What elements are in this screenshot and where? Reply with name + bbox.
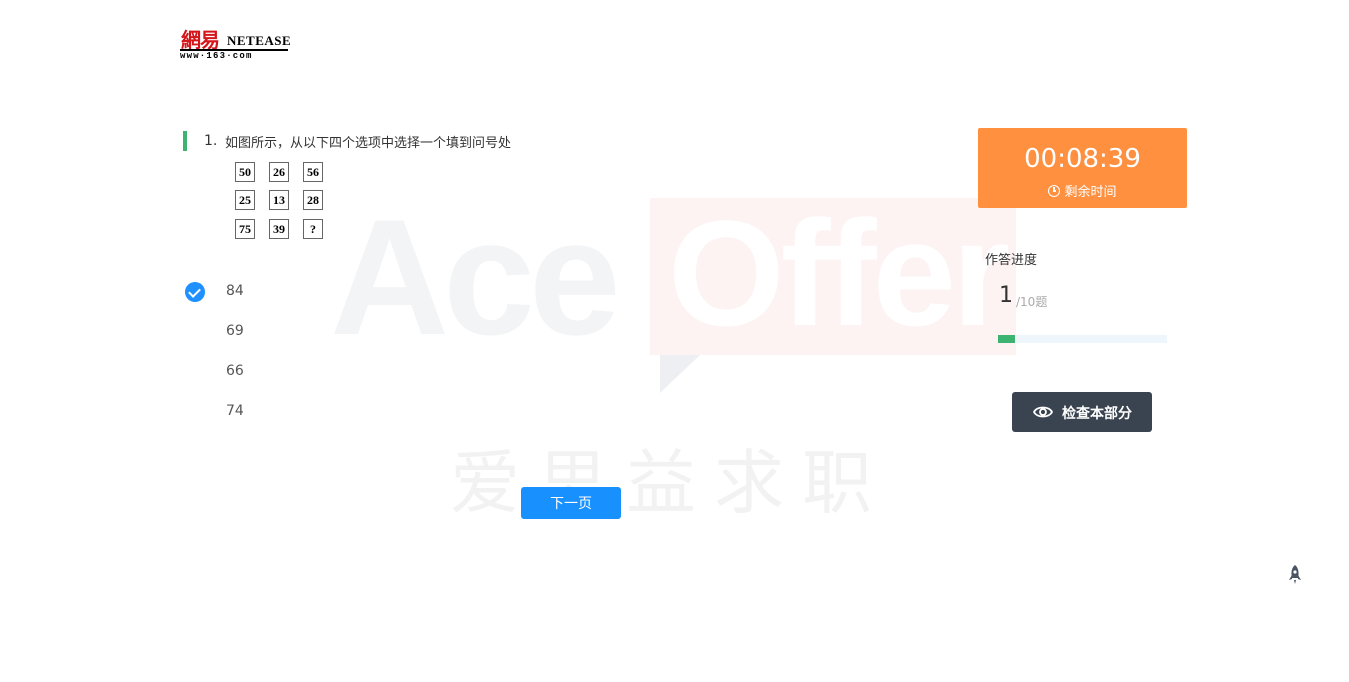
progress-current: 1 bbox=[999, 283, 1013, 308]
aceoffer-watermark: Ace Offer 爱思益求职 bbox=[330, 189, 1030, 525]
option-label: 69 bbox=[226, 323, 244, 339]
watermark-offer-text: Offer bbox=[668, 189, 1010, 357]
question-text: 如图所示，从以下四个选项中选择一个填到问号处 bbox=[225, 136, 512, 151]
check-section-button[interactable]: 检查本部分 bbox=[1012, 392, 1152, 432]
remaining-time-caption: 剩余时间 bbox=[978, 181, 1187, 200]
progress-bar bbox=[998, 335, 1167, 343]
logo-en-text: NETEASE bbox=[227, 33, 292, 48]
remaining-time-label: 剩余时间 bbox=[1064, 185, 1117, 200]
question-accent-bar bbox=[183, 131, 187, 151]
check-section-label: 检查本部分 bbox=[1062, 406, 1132, 422]
option-radio[interactable] bbox=[185, 402, 205, 422]
option-radio[interactable] bbox=[185, 322, 205, 342]
grid-cell: ? bbox=[303, 219, 323, 239]
next-page-button[interactable]: 下一页 bbox=[521, 487, 621, 519]
grid-cell: 25 bbox=[235, 190, 255, 210]
option-label: 74 bbox=[226, 403, 244, 419]
grid-cell: 56 bbox=[303, 162, 323, 182]
option-radio[interactable] bbox=[185, 362, 205, 382]
option-label: 66 bbox=[226, 363, 244, 379]
progress-total: /10题 bbox=[1016, 295, 1048, 309]
grid-cell: 28 bbox=[303, 190, 323, 210]
option-label: 84 bbox=[226, 283, 244, 299]
answer-option-b[interactable]: 69 bbox=[185, 322, 385, 344]
question-number: 1. bbox=[204, 133, 218, 149]
netease-logo[interactable]: 網易 NETEASE www·163·com bbox=[180, 24, 292, 61]
grid-cell: 13 bbox=[269, 190, 289, 210]
logo-url-text: www·163·com bbox=[180, 51, 253, 61]
grid-cell: 75 bbox=[235, 219, 255, 239]
rocket-icon[interactable] bbox=[1286, 564, 1304, 586]
eye-icon bbox=[1033, 406, 1053, 418]
watermark-cn-text: 爱思益求职 bbox=[450, 442, 890, 524]
clock-icon bbox=[1048, 185, 1061, 197]
progress-title: 作答进度 bbox=[985, 253, 1038, 268]
watermark-bubble-tail bbox=[660, 355, 700, 393]
remaining-time-value: 00:08:39 bbox=[1024, 144, 1141, 174]
watermark-bubble bbox=[650, 198, 1016, 355]
answer-option-c[interactable]: 66 bbox=[185, 362, 385, 384]
answer-option-a[interactable]: 84 bbox=[185, 282, 385, 304]
answer-option-d[interactable]: 74 bbox=[185, 402, 385, 424]
progress-bar-fill bbox=[998, 335, 1015, 343]
grid-cell: 26 bbox=[269, 162, 289, 182]
countdown-timer: 00:08:39 剩余时间 bbox=[978, 128, 1187, 208]
option-radio-checked[interactable] bbox=[185, 282, 205, 302]
grid-cell: 39 bbox=[269, 219, 289, 239]
grid-cell: 50 bbox=[235, 162, 255, 182]
